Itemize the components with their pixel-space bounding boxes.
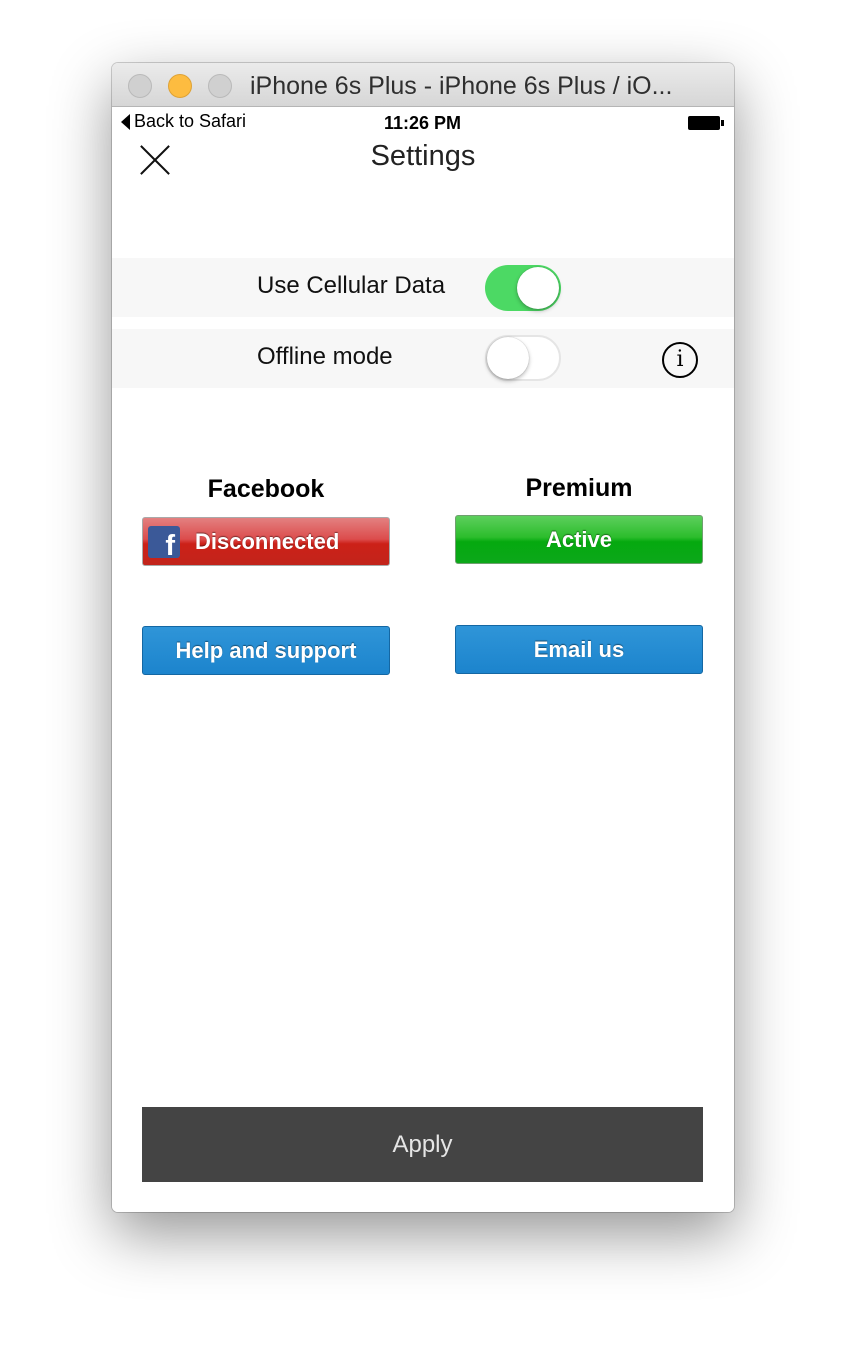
facebook-heading: Facebook <box>207 475 325 503</box>
back-to-safari-label: Back to Safari <box>134 111 247 131</box>
help-and-support-label: Help and support <box>175 638 357 663</box>
zoom-window-button[interactable] <box>208 74 232 98</box>
offline-mode-toggle[interactable] <box>485 335 561 381</box>
premium-status-label: Active <box>545 527 613 552</box>
email-us-label: Email us <box>533 637 625 662</box>
offline-mode-row: Offline mode i <box>112 329 734 388</box>
status-time: 11:26 PM <box>384 113 462 133</box>
email-us-button[interactable]: Email us <box>455 625 703 674</box>
toggle-knob <box>487 337 529 379</box>
battery-icon <box>688 116 720 130</box>
toggle-knob <box>517 267 559 309</box>
status-bar: Back to Safari 11:26 PM <box>112 107 734 137</box>
facebook-connect-button[interactable]: f Disconnected <box>142 517 390 566</box>
info-icon[interactable]: i <box>662 342 698 378</box>
help-and-support-button[interactable]: Help and support <box>142 626 390 675</box>
simulator-window: iPhone 6s Plus - iPhone 6s Plus / iO... … <box>112 63 734 1212</box>
premium-heading: Premium <box>525 474 633 502</box>
window-titlebar: iPhone 6s Plus - iPhone 6s Plus / iO... <box>112 63 734 107</box>
facebook-icon: f <box>148 526 180 558</box>
back-arrow-icon <box>121 114 130 130</box>
apply-button[interactable]: Apply <box>142 1107 703 1182</box>
cellular-data-toggle[interactable] <box>485 265 561 311</box>
battery-tip <box>721 120 724 126</box>
minimize-window-button[interactable] <box>168 74 192 98</box>
cellular-data-row: Use Cellular Data <box>112 258 734 317</box>
premium-status-button[interactable]: Active <box>455 515 703 564</box>
facebook-status-label: Disconnected <box>195 529 340 554</box>
apply-label: Apply <box>392 1131 453 1158</box>
offline-mode-label: Offline mode <box>257 343 393 370</box>
page-title: Settings <box>370 140 476 172</box>
cellular-data-label: Use Cellular Data <box>257 272 446 299</box>
window-title: iPhone 6s Plus - iPhone 6s Plus / iO... <box>250 72 673 100</box>
device-screen: Back to Safari 11:26 PM Settings Use Cel… <box>112 107 734 1212</box>
close-window-button[interactable] <box>128 74 152 98</box>
